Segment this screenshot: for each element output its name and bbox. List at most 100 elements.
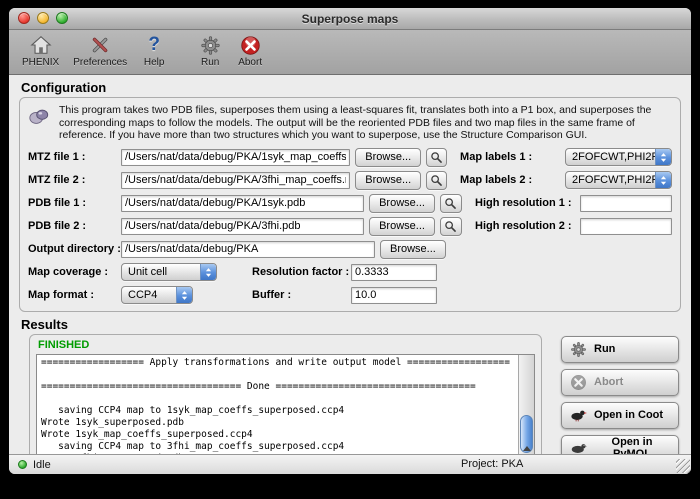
window-controls bbox=[18, 12, 68, 24]
toolbar-abort-button[interactable]: Abort bbox=[230, 32, 270, 69]
titlebar[interactable]: Superpose maps bbox=[9, 8, 691, 30]
toolbar-help-label: Help bbox=[144, 57, 165, 68]
abort-icon bbox=[237, 33, 263, 57]
configuration-section-title: Configuration bbox=[21, 80, 691, 95]
buffer-label: Buffer : bbox=[252, 289, 346, 301]
help-icon: ? bbox=[141, 33, 167, 57]
dropdown-arrows-icon bbox=[176, 287, 192, 303]
pdb-file-1-input[interactable] bbox=[121, 195, 364, 212]
open-in-coot-label: Open in Coot bbox=[594, 409, 663, 421]
pdb-file-2-row: PDB file 2 : Browse... High resolution 2… bbox=[28, 217, 672, 236]
toolbar-preferences-label: Preferences bbox=[73, 57, 127, 68]
magnifier-icon bbox=[444, 220, 457, 233]
gear-icon bbox=[197, 33, 223, 57]
output-directory-input[interactable] bbox=[121, 241, 375, 258]
toolbar-phenix-label: PHENIX bbox=[22, 57, 59, 68]
mtz-file-1-input[interactable] bbox=[121, 149, 350, 166]
dropdown-arrows-icon bbox=[655, 149, 671, 165]
pdb-file-2-inspect-button[interactable] bbox=[440, 217, 462, 236]
map-format-select[interactable]: CCP4 bbox=[121, 286, 193, 304]
high-resolution-1-input[interactable] bbox=[580, 195, 672, 212]
map-labels-1-label: Map labels 1 : bbox=[460, 151, 560, 163]
mtz-file-1-label: MTZ file 1 : bbox=[28, 151, 116, 163]
pdb-file-2-label: PDB file 2 : bbox=[28, 220, 116, 232]
program-description: This program takes two PDB files, superp… bbox=[59, 104, 671, 142]
magnifier-icon bbox=[444, 197, 457, 210]
map-labels-2-label: Map labels 2 : bbox=[460, 174, 560, 186]
status-dot-icon bbox=[18, 460, 27, 469]
buffer-input[interactable] bbox=[351, 287, 437, 304]
map-coverage-select[interactable]: Unit cell bbox=[121, 263, 217, 281]
toolbar-phenix-button[interactable]: PHENIX bbox=[15, 32, 66, 69]
minimize-button[interactable] bbox=[37, 12, 49, 24]
mtz-file-2-browse-button[interactable]: Browse... bbox=[355, 171, 421, 190]
map-coverage-label: Map coverage : bbox=[28, 266, 116, 278]
status-text: Idle bbox=[33, 459, 51, 471]
map-labels-2-select[interactable]: 2FOFCWT,PHI2FOF... bbox=[565, 171, 672, 189]
high-resolution-2-input[interactable] bbox=[580, 218, 672, 235]
toolbar-run-button[interactable]: Run bbox=[190, 32, 230, 69]
toolbar-help-button[interactable]: ? Help bbox=[134, 32, 174, 69]
results-area: FINISHED ================== Apply transf… bbox=[19, 334, 681, 475]
dropdown-arrows-icon bbox=[655, 172, 671, 188]
abort-icon bbox=[570, 374, 587, 391]
home-icon bbox=[28, 33, 54, 57]
window-title: Superpose maps bbox=[302, 12, 399, 26]
mtz-file-2-input[interactable] bbox=[121, 172, 350, 189]
open-in-coot-button[interactable]: Open in Coot bbox=[561, 402, 679, 429]
pdb-file-2-browse-button[interactable]: Browse... bbox=[369, 217, 435, 236]
magnifier-icon bbox=[430, 151, 443, 164]
app-window: Superpose maps PHENIX Preferences ? Help bbox=[9, 8, 691, 474]
map-coverage-row: Map coverage : Unit cell Resolution fact… bbox=[28, 263, 672, 282]
toolbar-abort-label: Abort bbox=[238, 57, 262, 68]
mtz-file-2-row: MTZ file 2 : Browse... Map labels 2 : 2F… bbox=[28, 171, 672, 190]
program-icon bbox=[28, 106, 50, 133]
output-directory-row: Output directory : Browse... bbox=[28, 240, 672, 259]
pdb-file-2-input[interactable] bbox=[121, 218, 364, 235]
map-format-label: Map format : bbox=[28, 289, 116, 301]
high-resolution-1-label: High resolution 1 : bbox=[475, 197, 575, 209]
toolbar-run-label: Run bbox=[201, 57, 219, 68]
pdb-file-1-label: PDB file 1 : bbox=[28, 197, 116, 209]
mtz-file-2-inspect-button[interactable] bbox=[426, 171, 447, 190]
pdb-file-1-inspect-button[interactable] bbox=[440, 194, 462, 213]
output-directory-label: Output directory : bbox=[28, 243, 116, 255]
mtz-file-1-inspect-button[interactable] bbox=[426, 148, 447, 167]
run-button-label: Run bbox=[594, 343, 615, 355]
output-directory-browse-button[interactable]: Browse... bbox=[380, 240, 446, 259]
scroll-up-icon[interactable] bbox=[523, 446, 531, 451]
resolution-factor-label: Resolution factor : bbox=[252, 266, 346, 278]
tools-icon bbox=[87, 33, 113, 57]
high-resolution-2-label: High resolution 2 : bbox=[475, 220, 575, 232]
run-button[interactable]: Run bbox=[561, 336, 679, 363]
pdb-file-1-row: PDB file 1 : Browse... High resolution 1… bbox=[28, 194, 672, 213]
console-output[interactable]: ================== Apply transformations… bbox=[36, 354, 535, 468]
close-button[interactable] bbox=[18, 12, 30, 24]
results-button-column: Run Abort bbox=[561, 334, 681, 475]
map-labels-1-select[interactable]: 2FOFCWT,PHI2FOF... bbox=[565, 148, 672, 166]
gear-icon bbox=[570, 341, 587, 358]
pdb-file-1-browse-button[interactable]: Browse... bbox=[369, 194, 435, 213]
mtz-file-1-browse-button[interactable]: Browse... bbox=[355, 148, 421, 167]
configuration-panel: This program takes two PDB files, superp… bbox=[19, 97, 681, 312]
resize-grip[interactable] bbox=[676, 459, 690, 473]
status-badge: FINISHED bbox=[30, 335, 541, 354]
results-panel: FINISHED ================== Apply transf… bbox=[29, 334, 542, 475]
magnifier-icon bbox=[430, 174, 443, 187]
project-label: Project: PKA bbox=[461, 458, 523, 470]
results-section-title: Results bbox=[21, 317, 691, 332]
statusbar: Idle Project: PKA bbox=[9, 454, 691, 474]
mtz-file-2-label: MTZ file 2 : bbox=[28, 174, 116, 186]
abort-button[interactable]: Abort bbox=[561, 369, 679, 396]
toolbar: PHENIX Preferences ? Help bbox=[9, 30, 691, 75]
dropdown-arrows-icon bbox=[200, 264, 216, 280]
zoom-button[interactable] bbox=[56, 12, 68, 24]
map-format-row: Map format : CCP4 Buffer : bbox=[28, 286, 672, 305]
mtz-file-1-row: MTZ file 1 : Browse... Map labels 1 : 2F… bbox=[28, 148, 672, 167]
resolution-factor-input[interactable] bbox=[351, 264, 437, 281]
console-text: ================== Apply transformations… bbox=[37, 355, 534, 468]
coot-bird-icon bbox=[570, 407, 587, 424]
console-scrollbar[interactable] bbox=[518, 355, 534, 467]
toolbar-preferences-button[interactable]: Preferences bbox=[66, 32, 134, 69]
abort-button-label: Abort bbox=[594, 376, 623, 388]
